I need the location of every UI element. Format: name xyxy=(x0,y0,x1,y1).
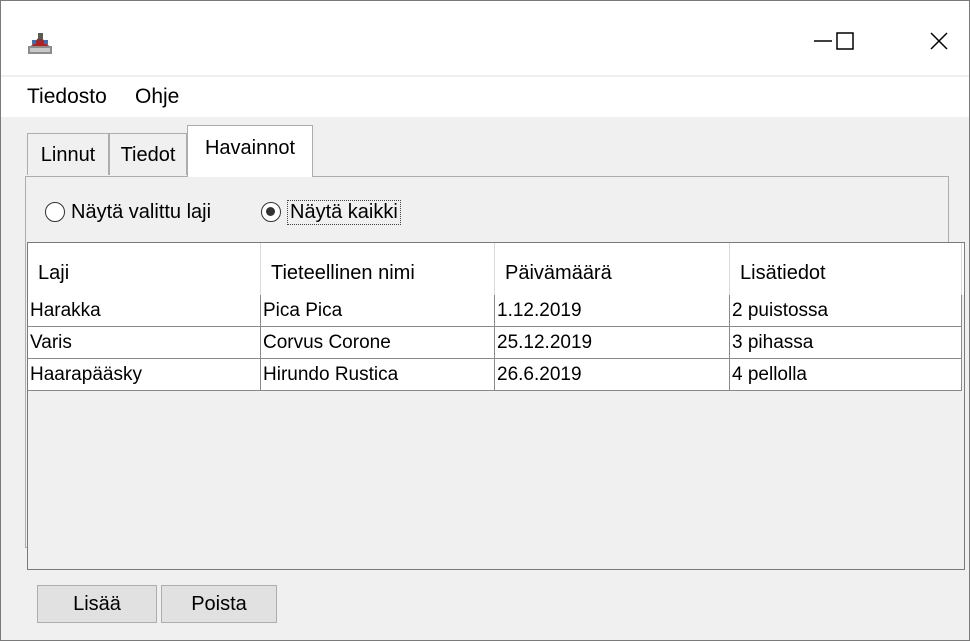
menu-help[interactable]: Ohje xyxy=(131,83,183,111)
cell-tieteellinen-nimi[interactable]: Corvus Corone xyxy=(261,327,495,359)
menu-file[interactable]: Tiedosto xyxy=(23,83,111,111)
radio-show-selected-species-label: Näytä valittu laji xyxy=(71,200,212,223)
radio-show-all-label: Näytä kaikki xyxy=(287,199,401,225)
app-window: Tiedosto Ohje Linnut Tiedot Havainnot Nä… xyxy=(0,0,970,641)
radio-show-all[interactable]: Näytä kaikki xyxy=(261,196,401,228)
close-button[interactable] xyxy=(911,19,967,63)
cell-tieteellinen-nimi[interactable]: Pica Pica xyxy=(261,295,495,327)
cell-lisatiedot[interactable]: 3 pihassa xyxy=(730,327,962,359)
cell-laji[interactable]: Harakka xyxy=(28,295,261,327)
table-body: Harakka Pica Pica 1.12.2019 2 puistossa … xyxy=(28,295,964,391)
radio-checked-icon xyxy=(261,202,281,222)
tab-havainnot[interactable]: Havainnot xyxy=(187,125,313,177)
column-header-paivamaara[interactable]: Päivämäärä xyxy=(495,243,730,295)
maximize-icon xyxy=(836,32,854,50)
cell-laji[interactable]: Haarapääsky xyxy=(28,359,261,391)
cell-paivamaara[interactable]: 1.12.2019 xyxy=(495,295,730,327)
radio-unchecked-icon xyxy=(45,202,65,222)
column-header-laji[interactable]: Laji xyxy=(28,243,261,295)
add-button[interactable]: Lisää xyxy=(37,585,157,623)
menu-bar: Tiedosto Ohje xyxy=(1,77,969,117)
observations-table[interactable]: Laji Tieteellinen nimi Päivämäärä Lisäti… xyxy=(27,242,965,570)
table-row[interactable]: Harakka Pica Pica 1.12.2019 2 puistossa xyxy=(28,295,962,327)
cell-tieteellinen-nimi[interactable]: Hirundo Rustica xyxy=(261,359,495,391)
title-bar xyxy=(1,1,969,75)
column-header-lisatiedot[interactable]: Lisätiedot xyxy=(730,243,962,295)
close-icon xyxy=(930,32,948,50)
cell-paivamaara[interactable]: 25.12.2019 xyxy=(495,327,730,359)
cell-paivamaara[interactable]: 26.6.2019 xyxy=(495,359,730,391)
java-app-icon xyxy=(28,33,52,54)
table-header: Laji Tieteellinen nimi Päivämäärä Lisäti… xyxy=(28,243,964,295)
cell-lisatiedot[interactable]: 2 puistossa xyxy=(730,295,962,327)
tab-linnut[interactable]: Linnut xyxy=(27,133,109,175)
cell-laji[interactable]: Varis xyxy=(28,327,261,359)
table-row[interactable]: Haarapääsky Hirundo Rustica 26.6.2019 4 … xyxy=(28,359,962,391)
delete-button[interactable]: Poista xyxy=(161,585,277,623)
maximize-button[interactable] xyxy=(817,19,873,63)
cell-lisatiedot[interactable]: 4 pellolla xyxy=(730,359,962,391)
column-header-tieteellinen-nimi[interactable]: Tieteellinen nimi xyxy=(261,243,495,295)
tab-tiedot[interactable]: Tiedot xyxy=(109,133,187,175)
radio-show-selected-species[interactable]: Näytä valittu laji xyxy=(45,196,211,228)
table-row[interactable]: Varis Corvus Corone 25.12.2019 3 pihassa xyxy=(28,327,962,359)
